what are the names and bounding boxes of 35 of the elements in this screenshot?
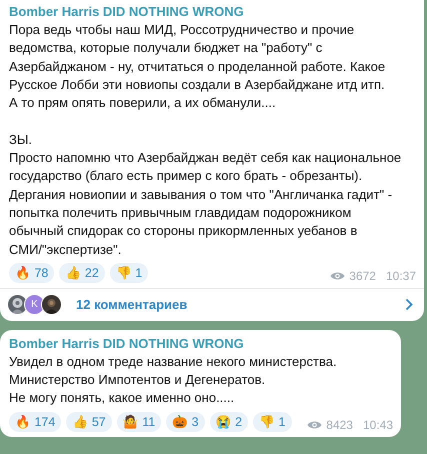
- reaction-button[interactable]: 🎃 3: [166, 412, 205, 432]
- message-time: 10:43: [362, 418, 393, 432]
- eye-icon: [330, 270, 346, 281]
- channel-name[interactable]: Bomber Harris DID NOTHING WRONG: [9, 334, 244, 353]
- message-text-line: Пора ведь чтобы наш МИД, Россотрудничество и прочие: [9, 21, 354, 39]
- message-text-line: Министерство Импотентов и Дегенератов.: [9, 371, 266, 390]
- comments-link[interactable]: K 12 комментариев: [0, 288, 424, 321]
- message-text-line: А то прям опять поверили, а их обманули....: [9, 94, 276, 112]
- avatar: K: [24, 294, 45, 315]
- message-text-line: Увидел в одном треде название некого министерства.: [9, 352, 337, 371]
- message-text-line: ведомства, которые получали бюджет на "работу" с: [9, 39, 322, 58]
- message-text-line: Просто напомню что Азербайджан ведёт себя как национальное: [9, 149, 402, 168]
- message-text-line: Дергания новиопии и завывания о том что "Англичанка гадит" -: [9, 186, 392, 204]
- message-text-line: ЗЫ.: [9, 130, 32, 149]
- view-count: 3672: [349, 268, 376, 283]
- message-text-line: Азербайджаном - ну, отчитаться о проделанной работе. Какое: [9, 58, 386, 76]
- message-text-line: попытка полечить привычным главдидам подорожником: [9, 204, 352, 222]
- reaction-button[interactable]: 👎 1: [110, 262, 148, 283]
- reaction-button[interactable]: 🔥 174: [9, 412, 62, 432]
- reaction-button[interactable]: 🤷 11: [116, 412, 162, 432]
- reaction-button[interactable]: 👍 22: [59, 262, 105, 283]
- message-text-line: СМИ/"экспертизе".: [9, 240, 122, 259]
- message-text-line: Русское Лобби эти новиопы создали в Азербайджане итд итп.: [9, 76, 385, 94]
- message-text-line: обычный спидорак со стороны прикормленных уебанов в: [9, 222, 358, 240]
- reaction-button[interactable]: 🔥 78: [9, 262, 54, 283]
- reaction-button[interactable]: 👎 1: [253, 412, 292, 432]
- eye-icon: [307, 420, 322, 430]
- channel-name[interactable]: Bomber Harris DID NOTHING WRONG: [9, 3, 244, 21]
- message-text-line: государство (благо есть пример с кого брать - обрезанты).: [9, 167, 362, 186]
- chevron-right-icon: [405, 298, 413, 311]
- message-text-line: Не могу понять, какое именно оно.....: [9, 389, 234, 408]
- view-count: 8423: [326, 418, 353, 432]
- message-time: 10:37: [386, 268, 416, 283]
- reaction-button[interactable]: 👍 57: [66, 412, 112, 432]
- reaction-button[interactable]: 😭 2: [210, 412, 248, 432]
